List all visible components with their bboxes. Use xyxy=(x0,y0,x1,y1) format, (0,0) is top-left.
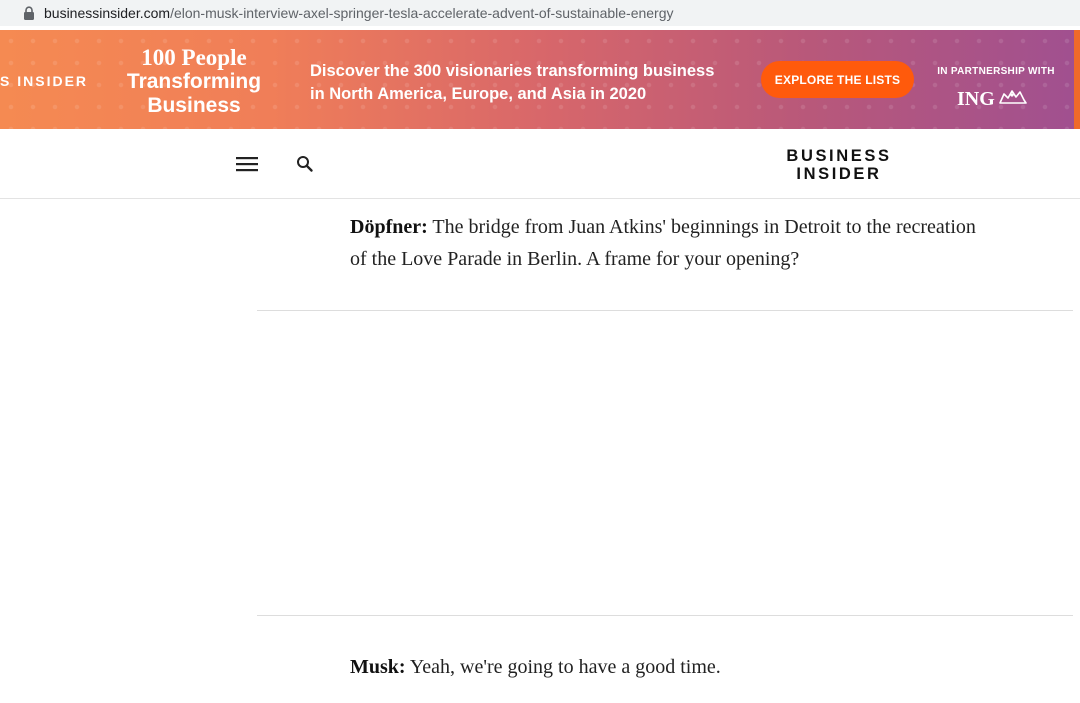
promo-banner[interactable]: S INSIDER 100 People Transforming Busine… xyxy=(0,30,1080,129)
ad-divider-bottom xyxy=(257,615,1073,616)
banner-edge xyxy=(1074,30,1080,129)
speaker-name: Döpfner: xyxy=(350,216,428,238)
speaker-name: Musk: xyxy=(350,656,406,678)
url-domain: businessinsider.com xyxy=(44,5,171,21)
lock-icon xyxy=(20,4,38,22)
ing-logo: ING xyxy=(957,86,1028,112)
banner-brand-text: S INSIDER xyxy=(0,73,89,89)
ad-slot xyxy=(257,311,1073,615)
logo-line1: BUSINESS xyxy=(786,147,892,165)
logo-line2: INSIDER xyxy=(796,165,882,183)
search-icon[interactable] xyxy=(294,153,316,175)
banner-tagline-line2: in North America, Europe, and Asia in 20… xyxy=(310,85,647,103)
article-body: Döpfner: The bridge from Juan Atkins' be… xyxy=(0,199,1080,703)
banner-tagline: Discover the 300 visionaries transformin… xyxy=(310,60,750,106)
ing-logo-text: ING xyxy=(957,87,995,110)
address-bar[interactable]: businessinsider.com/elon-musk-interview-… xyxy=(0,0,1080,26)
interview-paragraph: Musk: Yeah, we're going to have a good t… xyxy=(350,651,990,683)
interview-paragraph: Döpfner: The bridge from Juan Atkins' be… xyxy=(350,211,990,275)
banner-title-line2: Transforming xyxy=(126,70,262,93)
paragraph-text: Yeah, we're going to have a good time. xyxy=(405,656,721,678)
site-header: BUSINESS INSIDER xyxy=(0,129,1080,199)
banner-title: 100 People Transforming Business xyxy=(116,46,272,118)
url-path: /elon-musk-interview-axel-springer-tesla… xyxy=(170,5,674,21)
banner-title-line3: Business xyxy=(147,94,241,117)
paragraph-text: The bridge from Juan Atkins' beginnings … xyxy=(350,216,976,270)
partnership-label: IN PARTNERSHIP WITH xyxy=(937,66,1055,77)
banner-title-line1: 100 People xyxy=(141,45,247,70)
lion-icon xyxy=(998,86,1028,112)
explore-lists-button[interactable]: EXPLORE THE LISTS xyxy=(761,61,914,98)
business-insider-logo[interactable]: BUSINESS INSIDER xyxy=(770,147,908,183)
hamburger-menu-icon[interactable] xyxy=(234,153,260,175)
banner-tagline-line1: Discover the 300 visionaries transformin… xyxy=(310,62,715,80)
